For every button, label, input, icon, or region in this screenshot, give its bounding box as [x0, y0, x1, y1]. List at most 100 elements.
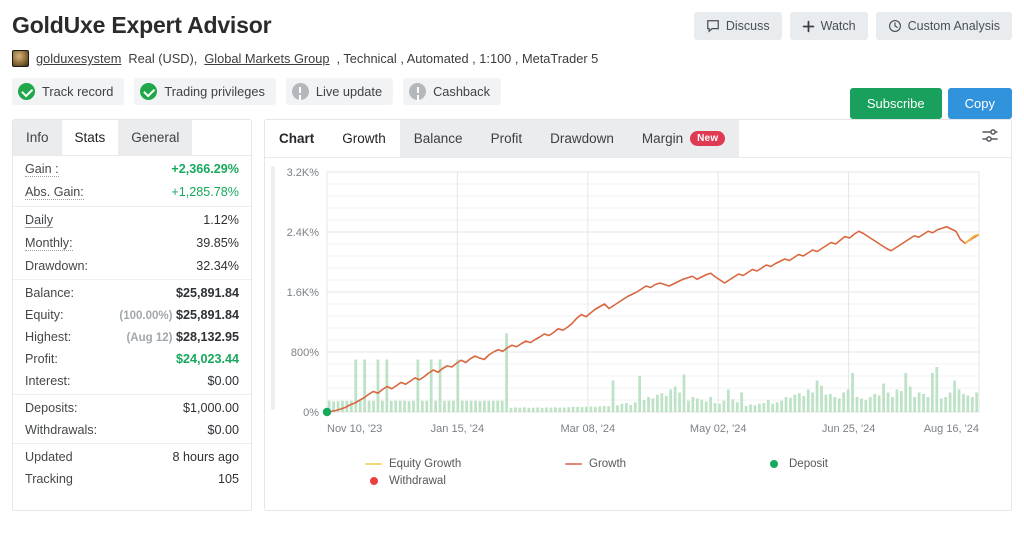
- broker-link[interactable]: Global Markets Group: [204, 51, 329, 66]
- status-badge-label: Live update: [315, 84, 383, 99]
- legend-item-deposit[interactable]: Deposit: [765, 458, 965, 470]
- chart-settings-button[interactable]: [975, 124, 1005, 154]
- legend-item-withdrawal[interactable]: Withdrawal: [365, 475, 565, 487]
- stat-label: Deposits:: [25, 401, 78, 415]
- stat-row-updated: Updated 8 hours ago: [13, 446, 251, 468]
- legend-item-growth[interactable]: Growth: [565, 458, 765, 470]
- header-action-buttons: Discuss Watch Custom Analysis: [693, 8, 1012, 40]
- stat-label: Interest:: [25, 374, 71, 388]
- chart-panel: Chart Growth Balance Profit Drawdown Mar…: [264, 119, 1012, 511]
- stat-value: 105: [217, 472, 239, 486]
- stats-panel: Info Stats General Gain : +2,366.29% Abs…: [12, 119, 252, 511]
- stat-label[interactable]: Monthly:: [25, 236, 73, 251]
- stat-value-prefix: (100.00%): [119, 310, 173, 322]
- stat-label[interactable]: Gain :: [25, 162, 59, 177]
- legend-line-icon: [565, 462, 582, 466]
- y-axis-tick-label: 0%: [303, 407, 319, 419]
- legend-item-equity-growth[interactable]: Equity Growth: [365, 458, 565, 470]
- legend-label: Equity Growth: [389, 458, 462, 470]
- x-axis-tick-label: Jan 15, '24: [431, 423, 484, 435]
- stat-value: $1,000.00: [182, 401, 239, 415]
- tab-drawdown[interactable]: Drawdown: [536, 120, 628, 157]
- stat-value: 32.34%: [196, 259, 239, 273]
- status-badge-trading-privileges[interactable]: Trading privileges: [134, 78, 276, 105]
- account-meta: , Technical , Automated , 1:100 , MetaTr…: [336, 51, 599, 66]
- stat-value: $24,023.44: [175, 352, 239, 366]
- stat-label: Highest:: [25, 330, 72, 344]
- stat-value: +2,366.29%: [171, 162, 239, 176]
- account-link[interactable]: golduxesystem: [36, 51, 121, 66]
- tab-margin-label: Margin: [641, 131, 684, 146]
- tab-balance[interactable]: Balance: [399, 120, 477, 157]
- stat-group-tracking: Updated 8 hours ago Tracking 105: [13, 443, 251, 492]
- stat-label[interactable]: Abs. Gain:: [25, 185, 84, 200]
- page-header: GoldUxe Expert Advisor Discuss Watch Cus…: [0, 0, 1024, 119]
- stat-value: (100.00%) $25,891.84: [119, 308, 239, 322]
- status-badge-cashback[interactable]: Cashback: [403, 78, 501, 105]
- stat-label: Tracking: [25, 472, 73, 486]
- profile-page: GoldUxe Expert Advisor Discuss Watch Cus…: [0, 0, 1024, 547]
- stats-tabbar: Info Stats General: [13, 120, 251, 156]
- chat-icon: [706, 19, 720, 33]
- legend-label: Growth: [589, 458, 627, 470]
- custom-analysis-button[interactable]: Custom Analysis: [875, 12, 1012, 40]
- plus-icon: [802, 20, 815, 33]
- stat-label[interactable]: Daily: [25, 213, 53, 228]
- stat-value: $25,891.84: [175, 286, 239, 300]
- x-axis-tick-label: May 02, '24: [690, 423, 747, 435]
- watch-button[interactable]: Watch: [789, 12, 868, 40]
- stat-value: 8 hours ago: [172, 450, 239, 464]
- tab-chart[interactable]: Chart: [265, 120, 329, 157]
- stat-row-deposits: Deposits: $1,000.00: [13, 397, 251, 419]
- tab-info[interactable]: Info: [13, 120, 62, 155]
- y-axis-tick-label: 1.6K%: [287, 287, 320, 299]
- stat-value: 39.85%: [196, 236, 239, 250]
- check-circle-icon: [140, 83, 158, 100]
- legend-label: Withdrawal: [389, 475, 446, 487]
- tab-stats[interactable]: Stats: [61, 120, 119, 155]
- stat-label: Equity:: [25, 308, 64, 322]
- stat-value: 1.12%: [203, 213, 239, 227]
- stat-row-tracking: Tracking 105: [13, 468, 251, 490]
- tab-growth[interactable]: Growth: [328, 120, 400, 157]
- stat-row-drawdown: Drawdown: 32.34%: [13, 255, 251, 277]
- stat-row-highest: Highest: (Aug 12) $28,132.95: [13, 326, 251, 348]
- stat-group-funding: Deposits: $1,000.00 Withdrawals: $0.00: [13, 394, 251, 443]
- tab-profit[interactable]: Profit: [476, 120, 537, 157]
- status-badge-label: Cashback: [433, 84, 490, 99]
- stat-value-main: $25,891.84: [175, 308, 239, 322]
- growth-chart: 0% 800% 1.6K% 2.4K% 3.2K% Nov 10, '23 Jan 15, …: [265, 158, 1011, 510]
- status-badge-label: Track record: [42, 84, 114, 99]
- new-badge: New: [690, 131, 726, 146]
- tab-margin[interactable]: Margin New: [627, 120, 740, 157]
- stat-value: (Aug 12) $28,132.95: [126, 330, 239, 344]
- stat-label: Profit:: [25, 352, 58, 366]
- tab-general[interactable]: General: [118, 120, 193, 155]
- status-badge-live-update[interactable]: Live update: [285, 78, 394, 105]
- subscribe-button[interactable]: Subscribe: [849, 88, 942, 119]
- account-subtitle: golduxesystem Real (USD), Global Markets…: [12, 50, 1012, 67]
- avatar: [12, 50, 29, 67]
- y-axis-tick-label: 3.2K%: [287, 167, 320, 179]
- cta-buttons: Subscribe Copy: [849, 88, 1012, 119]
- stat-label: Balance:: [25, 286, 75, 300]
- x-axis-tick-label: Aug 16, '24: [924, 423, 979, 435]
- chart-legend: Equity Growth Growth Deposit Withdrawal: [365, 458, 965, 492]
- stat-row-monthly: Monthly: 39.85%: [13, 232, 251, 255]
- stat-group-account: Balance: $25,891.84 Equity: (100.00%) $2…: [13, 279, 251, 394]
- status-badge-track-record[interactable]: Track record: [12, 78, 125, 105]
- deposit-marker[interactable]: [322, 407, 332, 417]
- stat-label: Withdrawals:: [25, 423, 98, 437]
- stat-value: $0.00: [207, 374, 239, 388]
- legend-label: Deposit: [789, 458, 828, 470]
- account-type: Real (USD),: [128, 51, 198, 66]
- discuss-button[interactable]: Discuss: [693, 12, 782, 40]
- copy-button[interactable]: Copy: [947, 88, 1012, 119]
- page-title: GoldUxe Expert Advisor: [12, 12, 272, 38]
- stat-row-balance: Balance: $25,891.84: [13, 282, 251, 304]
- chart-tabbar: Chart Growth Balance Profit Drawdown Mar…: [265, 120, 1011, 158]
- exclamation-circle-icon: [291, 83, 309, 100]
- stat-group-gain: Gain : +2,366.29% Abs. Gain: +1,285.78%: [13, 156, 251, 206]
- page-body: Info Stats General Gain : +2,366.29% Abs…: [0, 119, 1024, 511]
- stat-row-gain: Gain : +2,366.29%: [13, 158, 251, 181]
